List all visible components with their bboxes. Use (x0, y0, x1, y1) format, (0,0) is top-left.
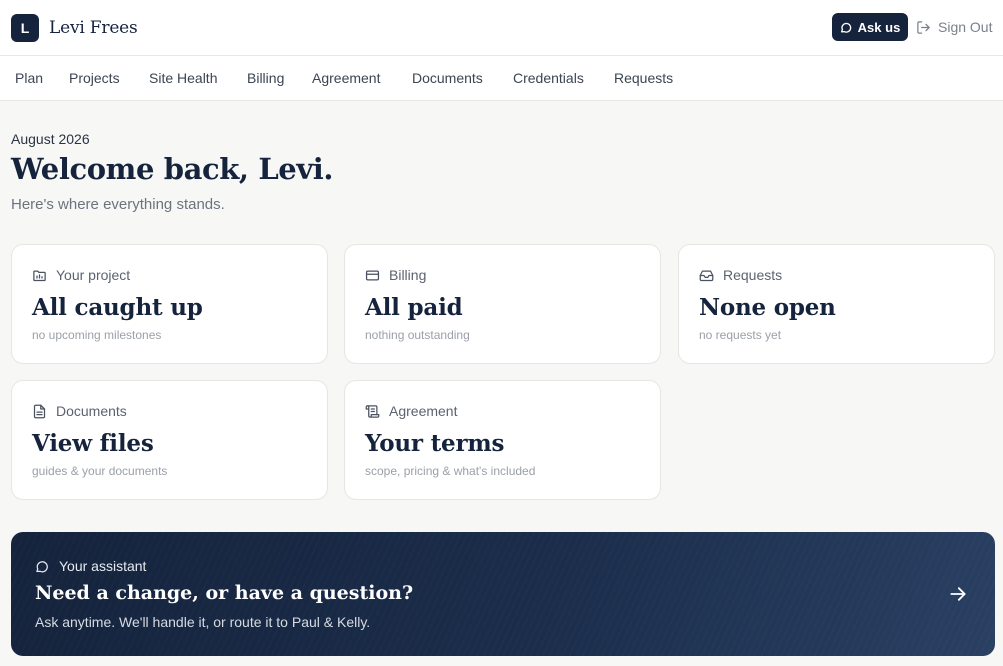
sign-out-label: Sign Out (938, 19, 993, 35)
card-label: Billing (389, 267, 427, 283)
nav-item-projects[interactable]: Projects (69, 70, 120, 86)
chat-bubble-icon (36, 560, 48, 572)
card-subtitle: scope, pricing & what's included (365, 464, 536, 478)
nav-item-plan[interactable]: Plan (15, 70, 43, 86)
ask-us-label: Ask us (857, 19, 901, 35)
card-label: Documents (56, 403, 127, 419)
requests-card[interactable]: Requests None open no requests yet (678, 244, 995, 364)
document-icon (33, 404, 46, 418)
assistant-label: Your assistant (59, 558, 147, 574)
nav-item-documents[interactable]: Documents (412, 70, 483, 86)
arrow-right-icon (950, 587, 966, 601)
billing-card[interactable]: Billing All paid nothing outstanding (344, 244, 661, 364)
card-title: Your terms (365, 430, 505, 457)
assistant-banner[interactable]: Your assistant Need a change, or have a … (11, 532, 995, 656)
card-label: Your project (56, 267, 131, 283)
card-title: None open (699, 294, 836, 321)
main-nav: Plan Projects Site Health Billing Agreem… (0, 56, 1003, 101)
card-subtitle: guides & your documents (32, 464, 168, 478)
nav-item-site-health[interactable]: Site Health (149, 70, 217, 86)
card-label: Agreement (389, 403, 458, 419)
card-title: View files (32, 430, 154, 457)
nav-item-requests[interactable]: Requests (614, 70, 673, 86)
nav-item-agreement[interactable]: Agreement (312, 70, 380, 86)
project-card[interactable]: Your project All caught up no upcoming m… (11, 244, 328, 364)
card-subtitle: no requests yet (699, 328, 782, 342)
card-title: All caught up (32, 294, 203, 321)
page-title: Welcome back, Levi. (11, 152, 334, 186)
inbox-icon (699, 270, 714, 281)
brand-logo: L (11, 14, 39, 42)
top-bar: L Levi Frees Ask us Sign Out (0, 0, 1003, 56)
nav-item-credentials[interactable]: Credentials (513, 70, 584, 86)
credit-card-icon (365, 270, 380, 280)
card-subtitle: no upcoming milestones (32, 328, 162, 342)
current-date: August 2026 (11, 131, 90, 147)
assistant-title: Need a change, or have a question? (35, 582, 414, 604)
ask-us-button[interactable]: Ask us (832, 13, 908, 41)
folder-icon (33, 270, 46, 281)
documents-card[interactable]: Documents View files guides & your docum… (11, 380, 328, 500)
agreement-card[interactable]: Agreement Your terms scope, pricing & wh… (344, 380, 661, 500)
brand-name: Levi Frees (49, 18, 138, 38)
card-title: All paid (365, 294, 463, 321)
page-subtitle: Here's where everything stands. (11, 196, 225, 213)
brand[interactable]: L Levi Frees (11, 14, 138, 42)
sign-out-button[interactable]: Sign Out (916, 17, 992, 37)
chat-bubble-icon (840, 22, 851, 33)
card-label: Requests (723, 267, 783, 283)
assistant-subtitle: Ask anytime. We'll handle it, or route i… (35, 614, 371, 630)
scroll-icon (365, 404, 380, 418)
nav-item-billing[interactable]: Billing (247, 70, 284, 86)
logout-icon (917, 20, 930, 34)
card-subtitle: nothing outstanding (365, 328, 470, 342)
